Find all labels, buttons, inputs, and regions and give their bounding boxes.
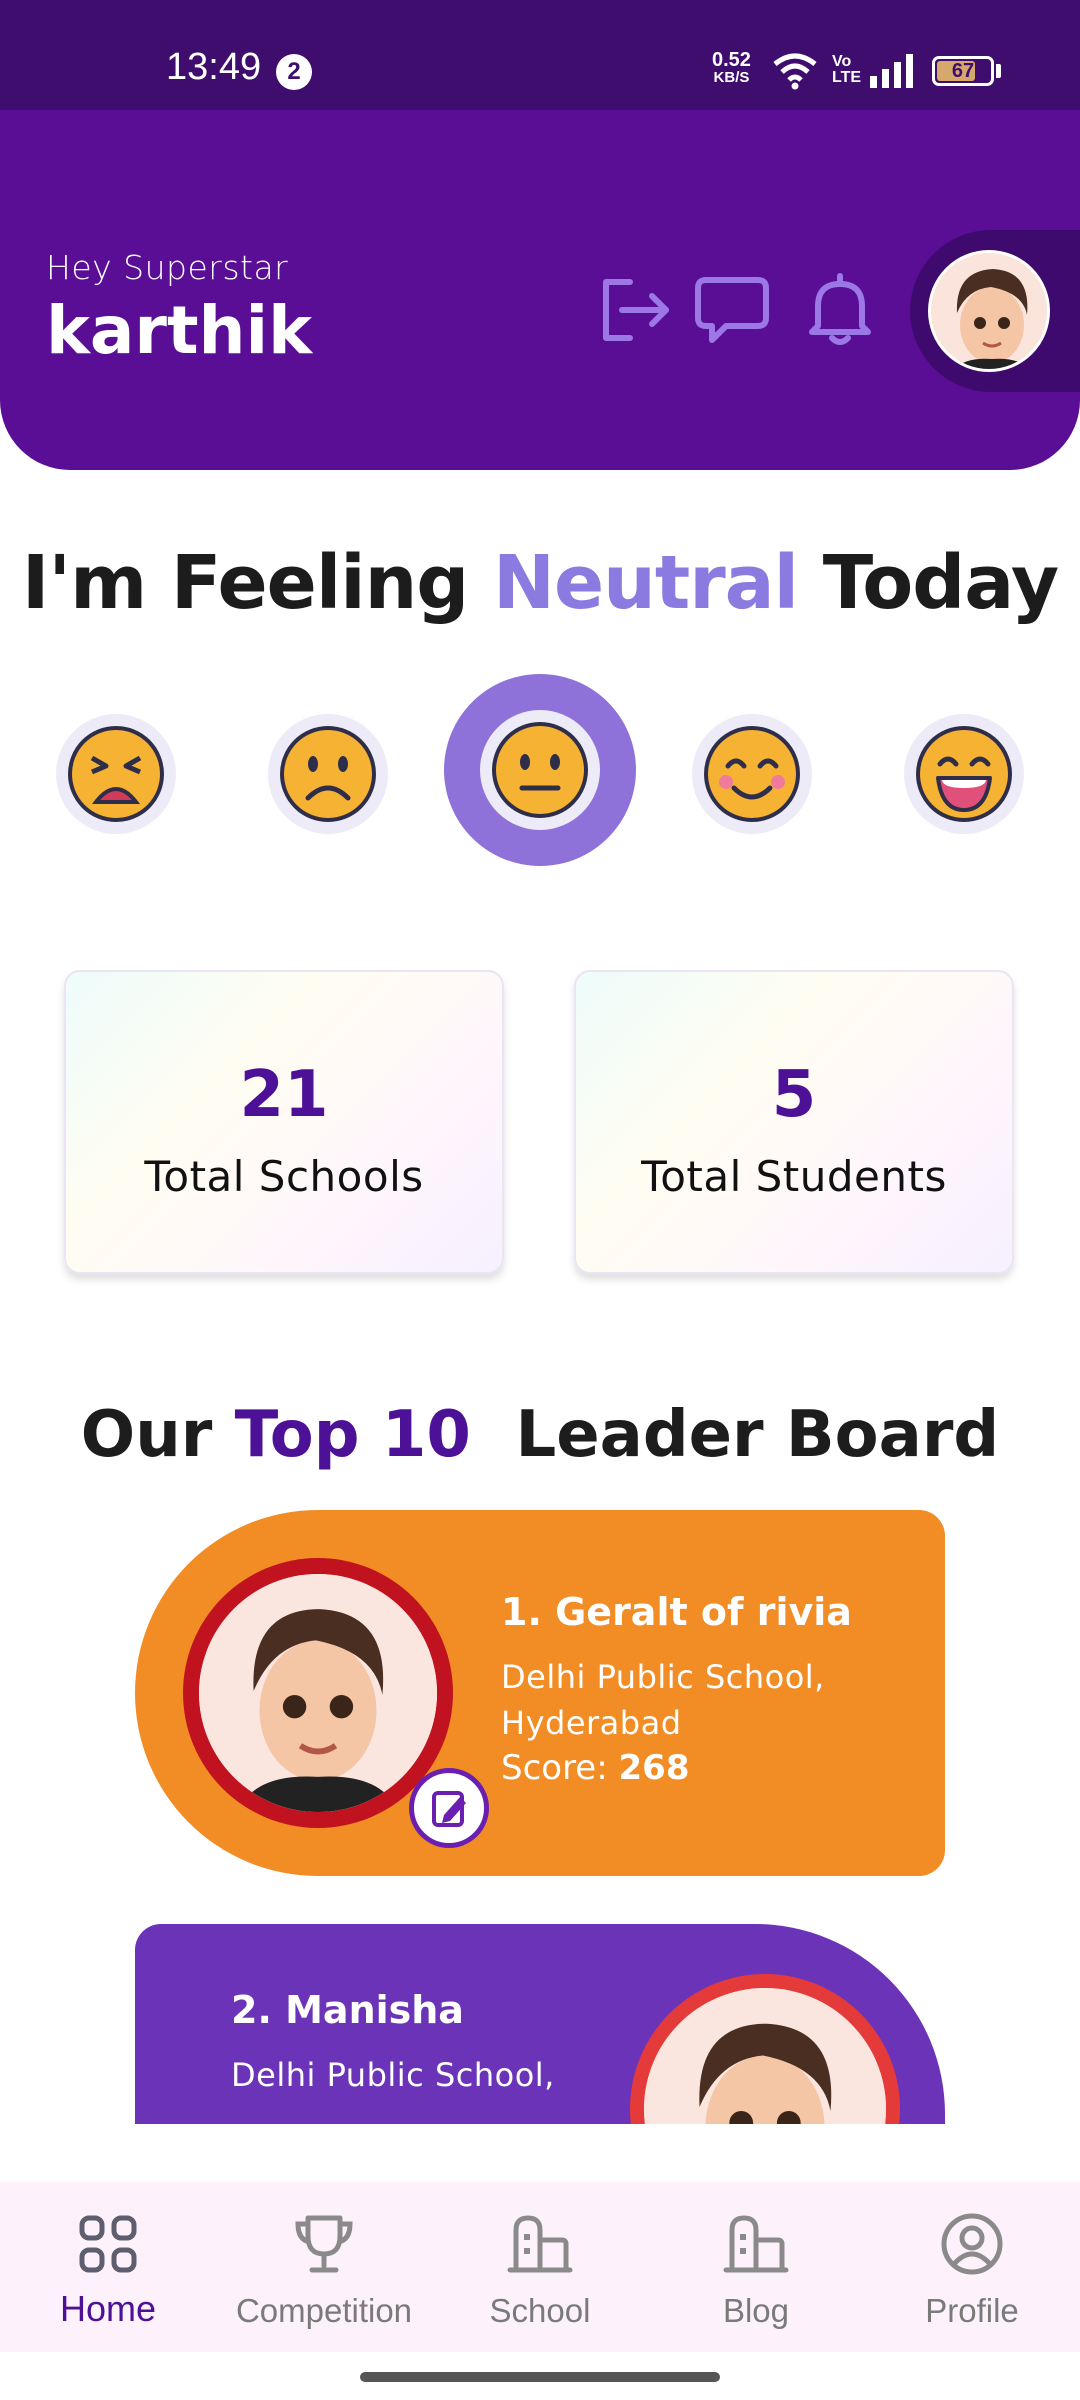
network-speed: 0.52 KB/S <box>712 50 751 85</box>
mood-happy-button[interactable] <box>692 714 812 834</box>
total-students-label: Total Students <box>641 1152 947 1201</box>
grid-icon <box>79 2215 137 2273</box>
mood-sad-button[interactable] <box>268 714 388 834</box>
battery-tip <box>996 64 1001 78</box>
building-icon <box>723 2215 789 2273</box>
leaderboard-title-prefix: Our <box>80 1398 235 1472</box>
happy-face-icon <box>704 726 800 822</box>
leader-1-avatar-illustration <box>199 1574 437 1812</box>
avatar-illustration <box>931 253 1047 369</box>
leaderboard-title: Our Top 10 Leader Board <box>0 1398 1080 1472</box>
nav-profile[interactable]: Profile <box>864 2182 1080 2352</box>
mood-joyful-button[interactable] <box>904 714 1024 834</box>
nav-blog[interactable]: Blog <box>648 2182 864 2352</box>
leaderboard-entry-2[interactable]: 2. Manisha Delhi Public School, <box>135 1924 945 2124</box>
total-students-value: 5 <box>771 1058 817 1132</box>
total-schools-card[interactable]: 21 Total Schools <box>64 970 504 1274</box>
status-time: 13:49 <box>166 46 262 88</box>
nav-home[interactable]: Home <box>0 2182 216 2352</box>
leader-1-school-line1: Delhi Public School, <box>501 1658 825 1696</box>
mood-tired-button[interactable] <box>56 714 176 834</box>
nav-competition-label: Competition <box>235 2292 413 2329</box>
logout-icon[interactable] <box>596 270 676 350</box>
mood-neutral-button[interactable] <box>444 674 636 866</box>
neutral-face-icon <box>492 722 588 818</box>
status-bar: 13:49 2 0.52 KB/S Vo LTE 67 <box>0 0 1080 110</box>
nav-school[interactable]: School <box>432 2182 648 2352</box>
wifi-icon <box>773 53 817 90</box>
feeling-suffix: Today <box>798 540 1059 626</box>
nav-competition[interactable]: Competition <box>216 2182 432 2352</box>
chat-icon[interactable] <box>692 270 772 350</box>
total-schools-value: 21 <box>239 1058 329 1132</box>
edit-icon <box>432 1791 466 1827</box>
battery-icon: 67 <box>932 56 994 86</box>
signal-icon <box>870 54 913 88</box>
leader-2-school: Delhi Public School, <box>231 2056 555 2094</box>
leader-1-score: Score: 268 <box>501 1748 689 1788</box>
leader-2-avatar <box>630 1974 900 2124</box>
leader-1-score-value: 268 <box>618 1748 690 1788</box>
trophy-icon <box>295 2215 353 2273</box>
user-circle-icon <box>941 2213 1003 2275</box>
profile-avatar-container[interactable] <box>910 230 1080 392</box>
feeling-mood: Neutral <box>493 540 799 626</box>
leader-1-school-line2: Hyderabad <box>501 1704 682 1742</box>
edit-avatar-button[interactable] <box>409 1768 489 1848</box>
volte-indicator: Vo LTE <box>832 53 862 86</box>
building-icon <box>507 2215 573 2273</box>
sad-face-icon <box>280 726 376 822</box>
leader-1-school: Delhi Public School, Hyderabad <box>501 1654 825 1746</box>
bottom-navigation: Home Competition School Blog Profile <box>0 2182 1080 2352</box>
profile-avatar[interactable] <box>928 250 1050 372</box>
battery-level: 67 <box>951 60 975 82</box>
joyful-face-icon <box>916 726 1012 822</box>
nav-blog-label: Blog <box>722 2292 790 2329</box>
leader-2-name: 2. Manisha <box>231 1988 464 2032</box>
leader-1-score-label: Score: <box>501 1748 619 1788</box>
nav-profile-label: Profile <box>925 2292 1019 2329</box>
leaderboard-entry-1[interactable]: 1. Geralt of rivia Delhi Public School, … <box>135 1510 945 1876</box>
home-indicator[interactable] <box>360 2372 720 2382</box>
network-speed-value: 0.52 <box>712 49 751 71</box>
notification-count-badge: 2 <box>276 54 312 90</box>
leader-1-avatar-inner <box>199 1574 437 1812</box>
feeling-prefix: I'm Feeling <box>21 540 494 626</box>
total-students-card[interactable]: 5 Total Students <box>574 970 1014 1274</box>
leader-2-avatar-illustration <box>644 1988 886 2124</box>
nav-school-label: School <box>489 2292 591 2329</box>
tired-face-icon <box>68 726 164 822</box>
username: karthik <box>46 292 313 369</box>
feeling-heading: I'm Feeling Neutral Today <box>0 540 1080 626</box>
leaderboard-title-accent: Top 10 <box>234 1398 471 1472</box>
leader-1-avatar <box>183 1558 489 1848</box>
greeting-text: Hey Superstar <box>46 248 289 287</box>
bell-icon[interactable] <box>800 270 880 350</box>
total-schools-label: Total Schools <box>144 1152 424 1201</box>
nav-home-label: Home <box>59 2288 157 2329</box>
network-speed-unit: KB/S <box>713 69 750 86</box>
leaderboard-title-suffix: Leader Board <box>470 1398 1000 1472</box>
leader-1-name: 1. Geralt of rivia <box>501 1590 852 1634</box>
leader-2-avatar-inner <box>644 1988 886 2124</box>
